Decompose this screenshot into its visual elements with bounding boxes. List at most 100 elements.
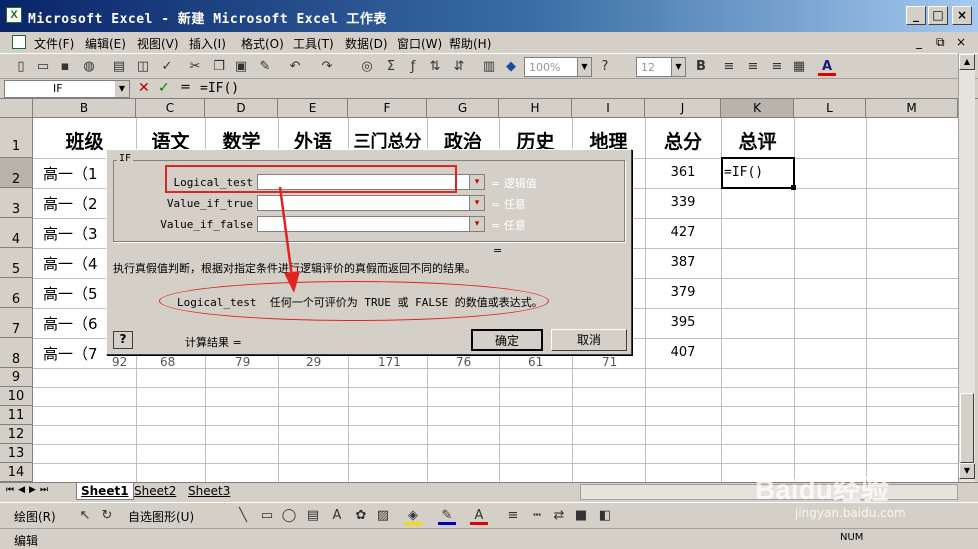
menu-window[interactable]: 窗口(W) (397, 35, 442, 52)
row-header-8[interactable]: 8 (0, 338, 33, 368)
sheet-tab-1[interactable]: Sheet1 (76, 483, 134, 500)
picture-icon[interactable]: ▨ (374, 507, 392, 525)
ok-button[interactable]: 确定 (471, 329, 543, 351)
row-header-11[interactable]: 11 (0, 406, 33, 425)
total-cell[interactable]: 387 (645, 255, 721, 270)
class-cell[interactable]: 高一（2 (43, 193, 98, 214)
line-style-icon[interactable]: ≡ (504, 507, 522, 525)
col-header-h[interactable]: H (499, 99, 572, 118)
col-header-f[interactable]: F (348, 99, 427, 118)
col-header-g[interactable]: G (427, 99, 499, 118)
row-header-1[interactable]: 1 (0, 118, 33, 158)
total-cell[interactable]: 407 (645, 345, 721, 360)
col-header-c[interactable]: C (136, 99, 205, 118)
preview-icon[interactable]: ◫ (134, 58, 152, 76)
print-icon[interactable]: ▤ (110, 58, 128, 76)
3d-icon[interactable]: ◧ (596, 507, 614, 525)
menu-view[interactable]: 视图(V) (137, 35, 179, 52)
zoom-combo[interactable]: 100% ▼ (524, 57, 592, 77)
row-header-12[interactable]: 12 (0, 425, 33, 444)
menu-edit[interactable]: 编辑(E) (85, 35, 126, 52)
row-header-13[interactable]: 13 (0, 444, 33, 463)
header-cell-evaluation[interactable]: 总评 (721, 127, 794, 154)
clipart-icon[interactable]: ✿ (352, 507, 370, 525)
open-icon[interactable]: ▭ (34, 58, 52, 76)
total-cell[interactable]: 427 (645, 225, 721, 240)
help-button[interactable]: ? (113, 331, 133, 349)
total-cell[interactable]: 339 (645, 195, 721, 210)
col-header-d[interactable]: D (205, 99, 278, 118)
row-header-4[interactable]: 4 (0, 218, 33, 248)
align-right-icon[interactable]: ≡ (768, 58, 786, 76)
name-box[interactable]: IF ▼ (4, 80, 130, 98)
class-cell[interactable]: 高一（6 (43, 313, 98, 334)
text-color-icon[interactable]: A (470, 507, 488, 525)
doc-close-button[interactable]: × (956, 35, 966, 49)
col-header-j[interactable]: J (645, 99, 721, 118)
oval-icon[interactable]: ◯ (280, 507, 298, 525)
merge-center-icon[interactable]: ▦ (790, 58, 808, 76)
col-header-i[interactable]: I (572, 99, 645, 118)
maximize-button[interactable]: □ (928, 6, 948, 25)
scroll-down-icon[interactable]: ▼ (959, 463, 975, 479)
undo-icon[interactable]: ↶ (286, 58, 304, 76)
rotate-icon[interactable]: ↻ (98, 507, 116, 525)
function-wizard-button[interactable]: = (180, 80, 191, 95)
copy-icon[interactable]: ❐ (210, 58, 228, 76)
doc-minimize-button[interactable]: _ (916, 35, 922, 49)
menu-file[interactable]: 文件(F) (34, 35, 74, 52)
formula-input[interactable]: =IF() (200, 81, 239, 96)
hyperlink-icon[interactable]: ◎ (358, 58, 376, 76)
enter-icon[interactable]: ✓ (158, 80, 170, 96)
drawing-icon[interactable]: ◆ (502, 58, 520, 76)
paste-icon[interactable]: ▣ (232, 58, 250, 76)
draw-menu[interactable]: 绘图(R) (14, 508, 56, 525)
align-left-icon[interactable]: ≡ (720, 58, 738, 76)
font-color-button[interactable]: A (818, 58, 836, 76)
sheet-nav-icons[interactable]: ⏮◀▶⏭ (6, 485, 52, 495)
row-header-6[interactable]: 6 (0, 278, 33, 308)
collapse-dialog-icon[interactable]: ▾ (469, 216, 485, 232)
autosum-icon[interactable]: Σ (382, 58, 400, 76)
rectangle-icon[interactable]: ▭ (258, 507, 276, 525)
scroll-thumb[interactable] (960, 393, 974, 463)
redo-icon[interactable]: ↷ (318, 58, 336, 76)
spelling-icon[interactable]: ✓ (158, 58, 176, 76)
function-icon[interactable]: ƒ (404, 58, 422, 76)
sheet-tab-3[interactable]: Sheet3 (184, 483, 234, 500)
sort-asc-icon[interactable]: ⇅ (426, 58, 444, 76)
fill-color-icon[interactable]: ◈ (404, 507, 422, 525)
font-size-combo[interactable]: 12 ▼ (636, 57, 686, 77)
cancel-button[interactable]: 取消 (551, 329, 627, 351)
dash-style-icon[interactable]: ┅ (528, 507, 546, 525)
col-header-k[interactable]: K (721, 99, 794, 118)
select-objects-icon[interactable]: ↖ (76, 507, 94, 525)
help-icon[interactable]: ? (596, 58, 614, 76)
cut-icon[interactable]: ✂ (186, 58, 204, 76)
class-cell[interactable]: 高一（4 (43, 253, 98, 274)
active-cell-k2[interactable]: =IF() (721, 157, 795, 189)
row-header-7[interactable]: 7 (0, 308, 33, 338)
autoshapes-menu[interactable]: 自选图形(U) (128, 508, 194, 525)
menu-tools[interactable]: 工具(T) (293, 35, 334, 52)
row-header-10[interactable]: 10 (0, 387, 33, 406)
minimize-button[interactable]: _ (906, 6, 926, 25)
permission-icon[interactable]: ◍ (80, 58, 98, 76)
shadow-icon[interactable]: ■ (572, 507, 590, 525)
row-header-9[interactable]: 9 (0, 368, 33, 387)
row-header-2[interactable]: 2 (0, 158, 33, 188)
line-icon[interactable]: ╲ (234, 507, 252, 525)
total-cell[interactable]: 361 (645, 165, 721, 180)
cancel-icon[interactable]: ✕ (138, 80, 150, 96)
wordart-icon[interactable]: A (328, 507, 346, 525)
total-cell[interactable]: 379 (645, 285, 721, 300)
fill-handle[interactable] (791, 185, 796, 190)
menu-insert[interactable]: 插入(I) (189, 35, 226, 52)
total-cell[interactable]: 395 (645, 315, 721, 330)
row-header-3[interactable]: 3 (0, 188, 33, 218)
arrow-style-icon[interactable]: ⇄ (550, 507, 568, 525)
row-header-5[interactable]: 5 (0, 248, 33, 278)
col-header-m[interactable]: M (866, 99, 958, 118)
header-cell-total[interactable]: 总分 (645, 127, 721, 154)
chart-icon[interactable]: ▥ (480, 58, 498, 76)
